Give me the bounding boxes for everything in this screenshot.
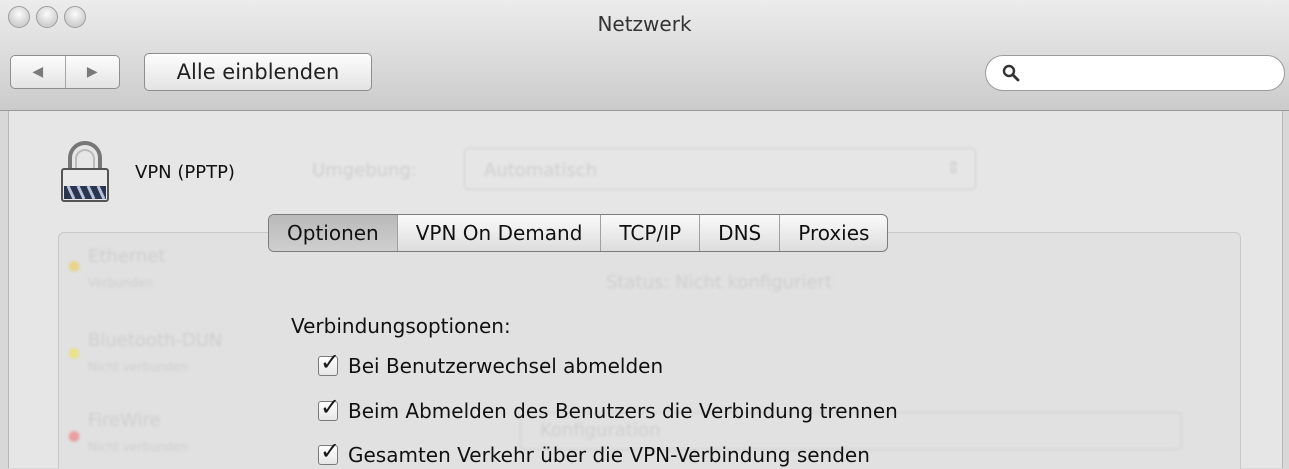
service-ethernet-sub: Verbunden bbox=[88, 276, 154, 290]
checkbox[interactable]: ✓ bbox=[318, 437, 340, 465]
search-field[interactable] bbox=[985, 55, 1285, 91]
service-firewire-name: FireWire bbox=[88, 410, 161, 431]
service-firewire-sub: Nicht verbunden bbox=[88, 440, 188, 454]
option-label: Gesamten Verkehr über die VPN-Verbindung… bbox=[348, 443, 870, 467]
service-status-dot: ● bbox=[68, 428, 81, 444]
settings-tabs: Optionen VPN On Demand TCP/IP DNS Proxie… bbox=[268, 214, 889, 252]
tab-proxies[interactable]: Proxies bbox=[779, 215, 887, 251]
location-value: Automatisch bbox=[484, 160, 598, 181]
forward-arrow-icon: ▶ bbox=[86, 64, 98, 80]
location-select-arrow: ⇕ bbox=[946, 158, 962, 179]
search-icon bbox=[1002, 64, 1020, 82]
option-disconnect-on-logout[interactable]: ✓ Beim Abmelden des Benutzers die Verbin… bbox=[318, 393, 898, 423]
tab-tcp-ip[interactable]: TCP/IP bbox=[600, 215, 699, 251]
search-input[interactable] bbox=[1026, 62, 1260, 84]
option-disconnect-on-user-switch[interactable]: ✓ Bei Benutzerwechsel abmelden bbox=[318, 348, 664, 378]
status-text: Status: Nicht konfiguriert bbox=[606, 272, 833, 293]
window-toolbar: Netzwerk ◀ ▶ Alle einblenden bbox=[0, 0, 1289, 111]
option-label: Bei Benutzerwechsel abmelden bbox=[348, 354, 664, 378]
location-label: Umgebung: bbox=[312, 160, 417, 181]
history-nav: ◀ ▶ bbox=[10, 55, 120, 89]
tab-dns[interactable]: DNS bbox=[699, 215, 779, 251]
tab-vpn-on-demand[interactable]: VPN On Demand bbox=[396, 215, 601, 251]
back-arrow-icon: ◀ bbox=[32, 64, 44, 80]
option-label: Beim Abmelden des Benutzers die Verbindu… bbox=[348, 399, 898, 423]
configuration-label: Konfiguration bbox=[540, 420, 661, 441]
window-title: Netzwerk bbox=[597, 12, 692, 36]
checkbox[interactable]: ✓ bbox=[318, 348, 340, 376]
lock-icon bbox=[61, 141, 109, 202]
checkmark-icon: ✓ bbox=[320, 393, 341, 421]
service-name: VPN (PPTP) bbox=[135, 162, 235, 183]
forward-button[interactable]: ▶ bbox=[64, 56, 120, 88]
show-all-button[interactable]: Alle einblenden bbox=[144, 53, 372, 91]
service-status-dot: ● bbox=[68, 258, 81, 274]
service-bluetooth-sub: Nicht verbunden bbox=[88, 360, 188, 374]
tab-optionen[interactable]: Optionen bbox=[269, 215, 397, 251]
checkmark-icon: ✓ bbox=[320, 437, 341, 465]
back-button[interactable]: ◀ bbox=[11, 56, 65, 88]
ghost-field-hint bbox=[300, 270, 304, 286]
service-ethernet-name: Ethernet bbox=[88, 246, 166, 267]
connection-options-heading: Verbindungsoptionen: bbox=[291, 314, 511, 338]
service-status-dot: ● bbox=[68, 345, 81, 361]
service-bluetooth-name: Bluetooth-DUN bbox=[88, 330, 223, 351]
checkmark-icon: ✓ bbox=[320, 348, 341, 376]
checkbox[interactable]: ✓ bbox=[318, 393, 340, 421]
option-send-all-traffic[interactable]: ✓ Gesamten Verkehr über die VPN-Verbindu… bbox=[318, 437, 870, 467]
